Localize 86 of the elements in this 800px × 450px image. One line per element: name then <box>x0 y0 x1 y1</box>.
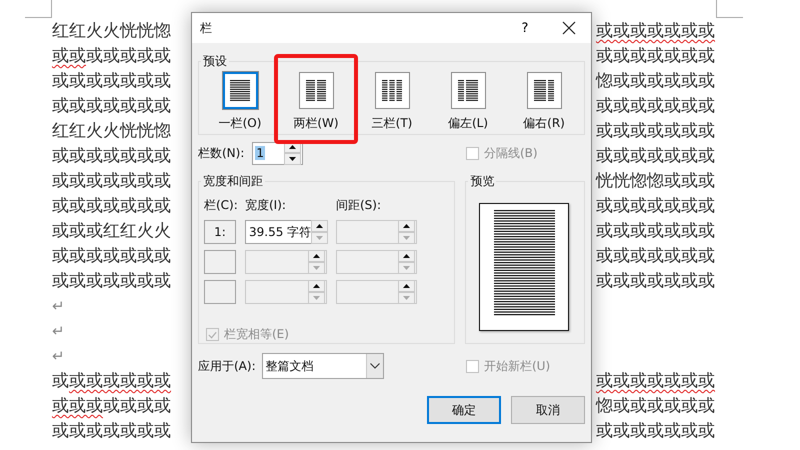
text-line: 或或或或或或或 <box>596 220 715 243</box>
triangle-up-icon <box>313 284 320 288</box>
preset-option[interactable]: 两栏(W) <box>278 70 354 132</box>
triangle-up-icon <box>403 254 410 258</box>
paragraph-mark: ↵ <box>52 346 65 367</box>
spin-up-button[interactable] <box>398 250 415 262</box>
triangle-up-icon <box>313 254 320 258</box>
column-layout-icon <box>298 72 334 109</box>
text-line: 或或或或或或或 <box>596 370 715 393</box>
triangle-down-icon <box>313 296 320 300</box>
field-label: 应用于(A): <box>198 358 256 374</box>
close-button[interactable] <box>562 21 576 35</box>
cancel-button[interactable]: 取消 <box>511 396 585 424</box>
text-line: 或或或或或或或 <box>596 95 715 118</box>
ok-button[interactable]: 确定 <box>427 396 501 424</box>
column-header: 间距(S): <box>336 197 382 214</box>
text-line: 恍恍惚惚或或或 <box>596 170 715 193</box>
text-line: 或或或或或或或 <box>52 395 171 418</box>
text-line: 惚或或或或或或 <box>596 70 715 93</box>
text-line: 或或或或或或或 <box>52 420 171 443</box>
column-header: 栏(C): <box>204 197 236 214</box>
triangle-up-icon <box>316 224 324 228</box>
text-line: 或或或或或或或 <box>596 45 715 68</box>
column-layout-icon <box>374 72 410 109</box>
column-header: 宽度(I): <box>245 197 287 214</box>
triangle-down-icon <box>289 157 296 161</box>
window-title: 栏 <box>200 20 213 36</box>
text-line: 或或或或或或或 <box>596 145 715 168</box>
text-line: 或或或或或或或 <box>596 120 715 143</box>
crop-mark <box>716 0 743 18</box>
text-line: 或或或或或或或 <box>52 195 171 218</box>
column-count-field[interactable]: 1 <box>252 142 304 164</box>
spin-up-button[interactable] <box>311 220 328 232</box>
triangle-down-icon <box>403 236 410 240</box>
column-layout-icon <box>450 72 486 109</box>
text-line: 或或或或或或或 <box>596 420 715 443</box>
text-line: 或或或或或或或 <box>596 20 715 43</box>
checkbox-label: 栏宽相等(E) <box>224 326 289 343</box>
preset-option[interactable]: 一栏(O) <box>202 70 278 132</box>
text-line: 或或或或或或或 <box>52 370 171 393</box>
group-label: 预设 <box>202 53 228 70</box>
checkbox-label: 开始新栏(U) <box>484 358 550 374</box>
group-label: 预览 <box>469 173 496 190</box>
triangle-up-icon <box>403 284 410 288</box>
paragraph-mark: ↵ <box>52 321 65 342</box>
preset-option[interactable]: 三栏(T) <box>354 70 430 132</box>
spacing-field[interactable] <box>336 250 417 274</box>
spin-up-button[interactable] <box>398 220 415 232</box>
text-line: 或或或或或或或 <box>52 70 171 93</box>
spin-down-button[interactable] <box>284 153 302 165</box>
triangle-down-icon <box>403 266 410 270</box>
text-line: 或或或或或或或 <box>52 245 171 268</box>
column-layout-icon <box>222 72 258 109</box>
triangle-down-icon <box>403 296 410 300</box>
text-line: 或或或或或或或 <box>52 145 171 168</box>
text-line: 或或或红红火火 <box>52 220 171 243</box>
paragraph-mark: ↵ <box>52 296 65 317</box>
text-line: 或或或或或或或 <box>52 95 171 118</box>
spacing-field[interactable] <box>336 280 417 304</box>
text-line: 红红火火恍恍惚 <box>52 20 171 43</box>
group-label: 宽度和间距 <box>202 173 264 190</box>
spin-up-button[interactable] <box>398 280 415 292</box>
triangle-down-icon <box>313 266 320 270</box>
preset-option[interactable]: 偏右(R) <box>506 70 582 132</box>
text-line: 或或或或或或或 <box>596 195 715 218</box>
column-number-box: 1: <box>204 220 236 244</box>
text-line: 或或或或或或或 <box>596 270 715 293</box>
text-line: 红红火火恍恍惚 <box>52 120 171 143</box>
column-layout-icon <box>526 72 562 109</box>
text-line: 或或或或或或或 <box>52 45 171 68</box>
field-label: 栏数(N): <box>198 144 244 162</box>
apply-to-dropdown[interactable]: 整篇文档 <box>262 353 384 379</box>
triangle-up-icon <box>289 145 296 149</box>
help-button[interactable]: ? <box>518 20 532 36</box>
crop-mark <box>25 0 52 18</box>
text-line: 惚或或或或或或 <box>596 395 715 418</box>
spacing-field[interactable] <box>336 220 417 244</box>
checkbox-label: 分隔线(B) <box>484 144 538 162</box>
caret-icon[interactable] <box>370 363 380 369</box>
width-field[interactable]: 39.55 字符 <box>245 220 327 244</box>
preset-option[interactable]: 偏左(L) <box>430 70 506 132</box>
text-line: 或或或或或或或 <box>596 245 715 268</box>
triangle-up-icon <box>403 224 410 228</box>
text-line: 或或或或或或或 <box>52 170 171 193</box>
triangle-down-icon <box>316 236 324 240</box>
text-line: 或或或或或或或 <box>52 270 171 293</box>
